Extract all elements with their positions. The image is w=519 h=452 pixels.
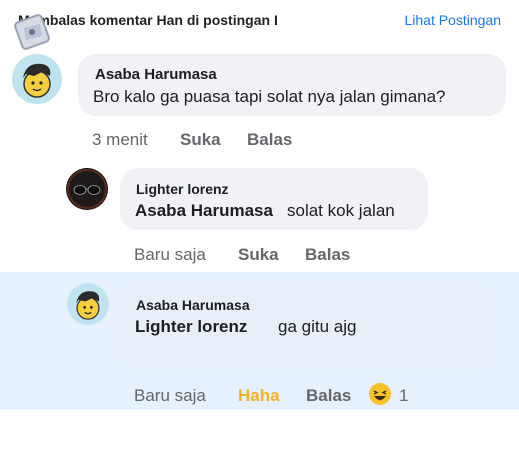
avatar-asaba[interactable] xyxy=(67,283,109,325)
comment-text: Bro kalo ga puasa tapi solat nya jalan g… xyxy=(93,87,446,106)
view-post-link[interactable]: Lihat Postingan xyxy=(404,12,501,28)
comment-timestamp: 3 menit xyxy=(92,130,148,149)
haha-reaction-button[interactable]: Haha xyxy=(238,386,280,406)
comment-author[interactable]: Asaba Harumasa xyxy=(136,297,250,313)
like-button[interactable]: Suka xyxy=(238,245,279,265)
avatar-asaba[interactable] xyxy=(12,54,62,104)
comment-author[interactable]: Asaba Harumasa xyxy=(95,66,217,83)
comment-timestamp: Baru saja xyxy=(134,386,206,405)
mention-tag[interactable]: Lighter lorenz xyxy=(135,317,247,337)
cartoon-avatar-icon xyxy=(67,283,109,325)
sticker-icon xyxy=(14,14,50,50)
reply-header: Membalas komentar Han di postingan I Lih… xyxy=(0,0,519,40)
reply-button[interactable]: Balas xyxy=(306,386,351,406)
reply-button[interactable]: Balas xyxy=(305,245,350,265)
cartoon-avatar-icon xyxy=(12,54,62,104)
mention-tag[interactable]: Asaba Harumasa xyxy=(135,201,273,221)
reaction-count: 1 xyxy=(399,386,409,405)
comment-timestamp: Baru saja xyxy=(134,245,206,264)
comment-text: solat kok jalan xyxy=(287,201,395,220)
comment-author[interactable]: Lighter lorenz xyxy=(136,181,229,197)
reply-context-title: Membalas komentar Han di postingan I xyxy=(18,12,278,28)
avatar-lighter[interactable] xyxy=(66,168,108,210)
reply-button[interactable]: Balas xyxy=(247,130,292,150)
like-button[interactable]: Suka xyxy=(180,130,221,150)
comment-text: ga gitu ajg xyxy=(278,317,357,336)
laughing-emoji-icon[interactable] xyxy=(368,382,392,406)
sunglasses-avatar-icon xyxy=(66,168,108,210)
